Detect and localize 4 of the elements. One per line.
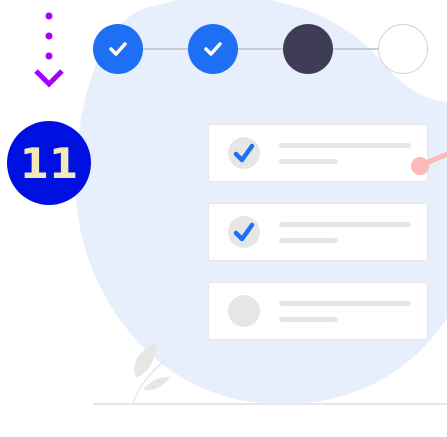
text-placeholder-bar	[279, 316, 338, 322]
text-placeholder-bar	[279, 238, 338, 242]
step-number-badge: 11	[7, 121, 91, 205]
text-placeholder-bar	[279, 158, 338, 164]
